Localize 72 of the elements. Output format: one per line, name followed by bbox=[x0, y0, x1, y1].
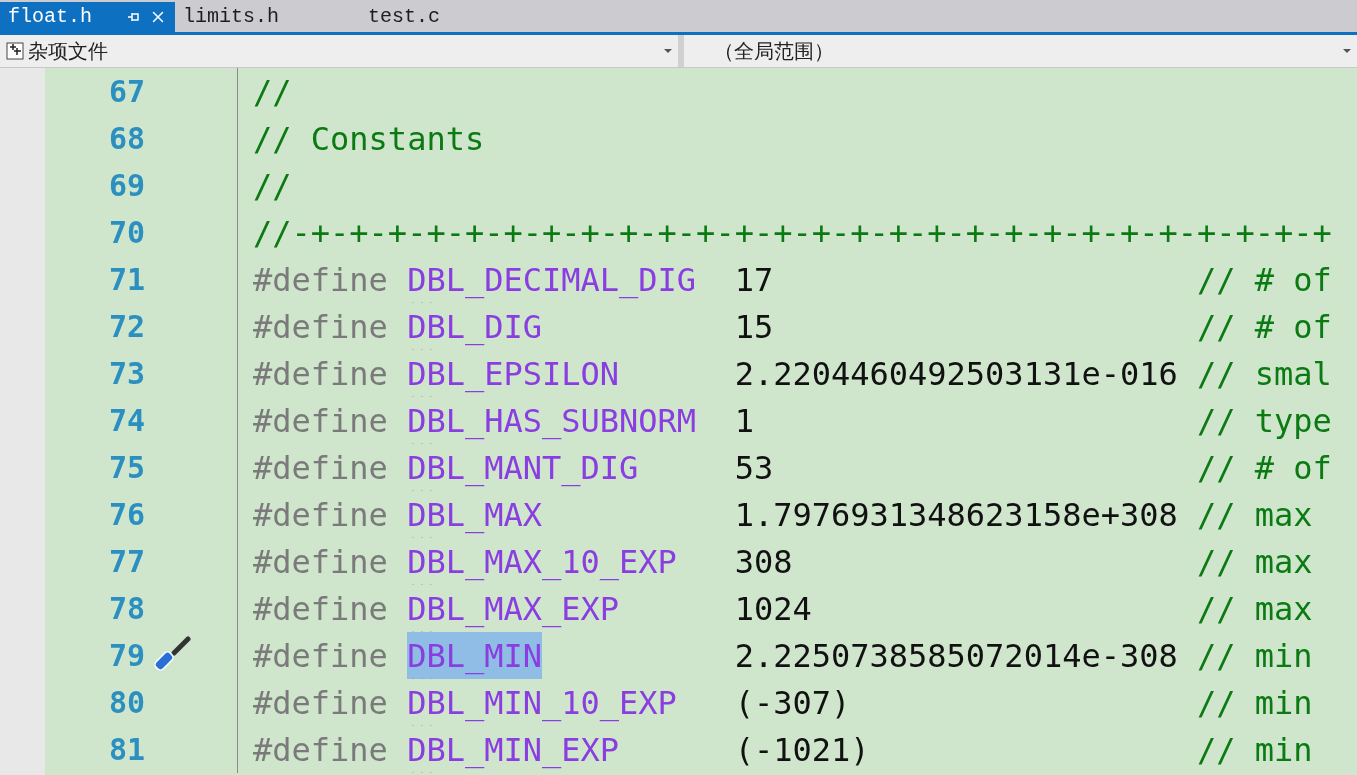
line-number: 69 bbox=[107, 167, 145, 205]
preprocessor-keyword: #define bbox=[253, 354, 388, 393]
file-tab[interactable]: limits.h bbox=[175, 2, 360, 32]
macro-value: 53 bbox=[734, 448, 774, 487]
caret-icon bbox=[664, 49, 672, 53]
code-comment: // min bbox=[1197, 682, 1313, 724]
macro-name: DBL_DIG bbox=[407, 303, 542, 350]
scope-dropdown[interactable]: （全局范围） bbox=[684, 35, 1357, 67]
line-number: 76 bbox=[107, 496, 145, 534]
code-comment: // type bbox=[1197, 400, 1332, 442]
macro-value: 15 bbox=[734, 307, 774, 346]
code-comment: // bbox=[253, 165, 292, 207]
macro-name: DBL_MIN_10_EXP bbox=[407, 679, 677, 726]
macro-name: DBL_MIN_EXP bbox=[407, 726, 620, 773]
code-comment: // # of bbox=[1197, 259, 1332, 301]
project-dropdown[interactable]: 杂项文件 bbox=[0, 35, 678, 67]
preprocessor-keyword: #define bbox=[253, 307, 388, 346]
code-comment: // min bbox=[1197, 635, 1313, 677]
macro-value: 2.2204460492503131e-016 bbox=[734, 354, 1178, 393]
macro-value: 1 bbox=[734, 401, 754, 440]
line-number: 71 bbox=[107, 261, 145, 299]
file-tab[interactable]: test.c bbox=[360, 2, 545, 32]
line-number: 72 bbox=[107, 308, 145, 346]
macro-name: DBL_HAS_SUBNORM bbox=[407, 397, 697, 444]
pin-icon[interactable] bbox=[127, 11, 141, 23]
macro-value: 17 bbox=[734, 260, 774, 299]
code-comment: // max bbox=[1197, 494, 1313, 536]
macro-name: DBL_MAX_10_EXP bbox=[407, 538, 677, 585]
macro-name: DBL_MANT_DIG bbox=[407, 444, 639, 491]
macro-name: DBL_DECIMAL_DIG bbox=[407, 256, 697, 303]
preprocessor-keyword: #define bbox=[253, 448, 388, 487]
line-number: 70 bbox=[107, 214, 145, 252]
code-comment: //-+-+-+-+-+-+-+-+-+-+-+-+-+-+-+-+-+-+-+-+-+-+-+-+-+-+-+ bbox=[253, 212, 1332, 254]
code-comment: // # of bbox=[1197, 447, 1332, 489]
macro-name: DBL_MIN bbox=[407, 632, 542, 679]
code-comment: // max bbox=[1197, 588, 1313, 630]
preprocessor-keyword: #define bbox=[253, 542, 388, 581]
macro-value: 308 bbox=[734, 542, 793, 581]
line-number: 79 bbox=[107, 637, 145, 675]
macro-value: (-307) bbox=[734, 683, 851, 722]
code-comment: // bbox=[253, 71, 292, 113]
macro-name: DBL_MAX bbox=[407, 491, 542, 538]
code-comment: // Constants bbox=[253, 118, 485, 160]
macro-value: 2.2250738585072014e-308 bbox=[734, 636, 1178, 675]
preprocessor-keyword: #define bbox=[253, 401, 388, 440]
preprocessor-keyword: #define bbox=[253, 589, 388, 628]
line-number: 68 bbox=[107, 120, 145, 158]
file-tab[interactable]: float.h bbox=[0, 2, 175, 32]
macro-value: (-1021) bbox=[734, 730, 870, 769]
caret-icon bbox=[1343, 49, 1351, 53]
macro-value: 1.7976931348623158e+308 bbox=[734, 495, 1178, 534]
line-number: 77 bbox=[107, 543, 145, 581]
line-number: 67 bbox=[107, 73, 145, 111]
macro-value: 1024 bbox=[734, 589, 812, 628]
preprocessor-keyword: #define bbox=[253, 683, 388, 722]
line-number: 75 bbox=[107, 449, 145, 487]
code-comment: // smal bbox=[1197, 353, 1332, 395]
line-number: 73 bbox=[107, 355, 145, 393]
code-comment: // max bbox=[1197, 541, 1313, 583]
line-number: 80 bbox=[107, 684, 145, 722]
preprocessor-keyword: #define bbox=[253, 495, 388, 534]
preprocessor-keyword: #define bbox=[253, 730, 388, 769]
macro-name: DBL_MAX_EXP bbox=[407, 585, 620, 632]
code-comment: // # of bbox=[1197, 306, 1332, 348]
line-number: 74 bbox=[107, 402, 145, 440]
preprocessor-keyword: #define bbox=[253, 636, 388, 675]
line-number: 81 bbox=[107, 731, 145, 769]
project-icon bbox=[6, 42, 24, 60]
line-number: 78 bbox=[107, 590, 145, 628]
preprocessor-keyword: #define bbox=[253, 260, 388, 299]
macro-name: DBL_EPSILON bbox=[407, 350, 620, 397]
code-comment: // min bbox=[1197, 729, 1313, 771]
